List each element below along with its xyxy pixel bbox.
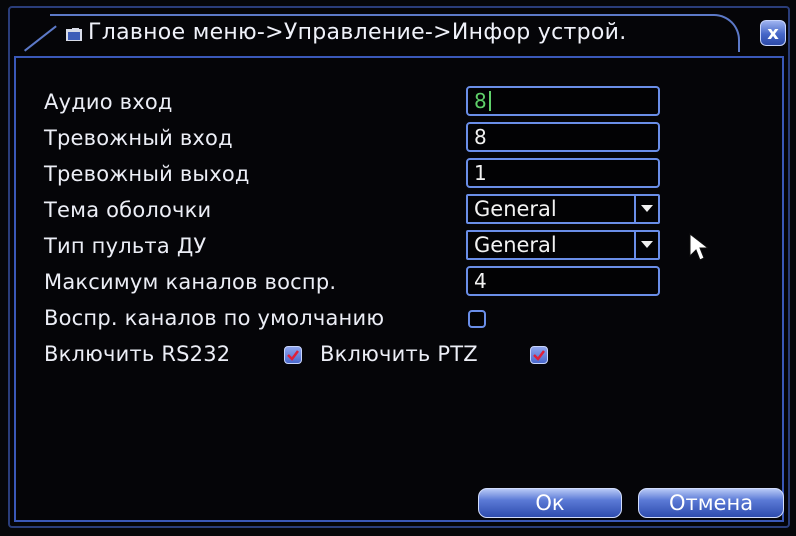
ok-button[interactable]: Ок [478, 488, 622, 518]
settings-panel: Аудио вход 8 Тревожный вход 8 Тревожный … [14, 56, 784, 522]
remote-type-value: General [474, 233, 557, 257]
remote-type-label: Тип пульта ДУ [44, 234, 207, 258]
mouse-pointer-icon [689, 232, 708, 261]
default-playback-checkbox[interactable] [468, 310, 486, 328]
checkmark-icon [287, 350, 299, 361]
chevron-down-icon[interactable] [634, 196, 658, 222]
shell-theme-select[interactable]: General [466, 194, 660, 224]
checkmark-icon [533, 350, 545, 361]
default-playback-label: Воспр. каналов по умолчанию [44, 306, 385, 330]
close-icon: x [767, 22, 779, 44]
alarm-out-field[interactable]: 1 [466, 158, 660, 188]
alarm-in-label: Тревожный вход [44, 126, 233, 150]
text-caret [488, 91, 491, 111]
device-info-window: Главное меню->Управление->Инфор устрой. … [8, 6, 790, 528]
shell-theme-value: General [474, 197, 557, 221]
close-button[interactable]: x [760, 20, 786, 46]
audio-in-value: 8 [474, 89, 487, 113]
breadcrumb: Главное меню->Управление->Инфор устрой. [88, 20, 627, 45]
alarm-in-field[interactable]: 8 [466, 122, 660, 152]
cancel-button[interactable]: Отмена [638, 488, 784, 518]
max-playback-label: Максимум каналов воспр. [44, 270, 337, 294]
rs232-checkbox[interactable] [284, 346, 302, 364]
audio-in-field[interactable]: 8 [466, 86, 660, 116]
folder-icon [66, 28, 82, 41]
rs232-label: Включить RS232 [44, 342, 231, 366]
shell-theme-label: Тема оболочки [44, 198, 212, 222]
title-bar: Главное меню->Управление->Инфор устрой. … [10, 8, 788, 56]
chevron-down-icon[interactable] [634, 232, 658, 258]
ptz-label: Включить PTZ [320, 342, 478, 366]
alarm-out-label: Тревожный выход [44, 162, 250, 186]
max-playback-field[interactable]: 4 [466, 266, 660, 296]
ptz-checkbox[interactable] [530, 346, 548, 364]
audio-in-label: Аудио вход [44, 90, 173, 114]
remote-type-select[interactable]: General [466, 230, 660, 260]
